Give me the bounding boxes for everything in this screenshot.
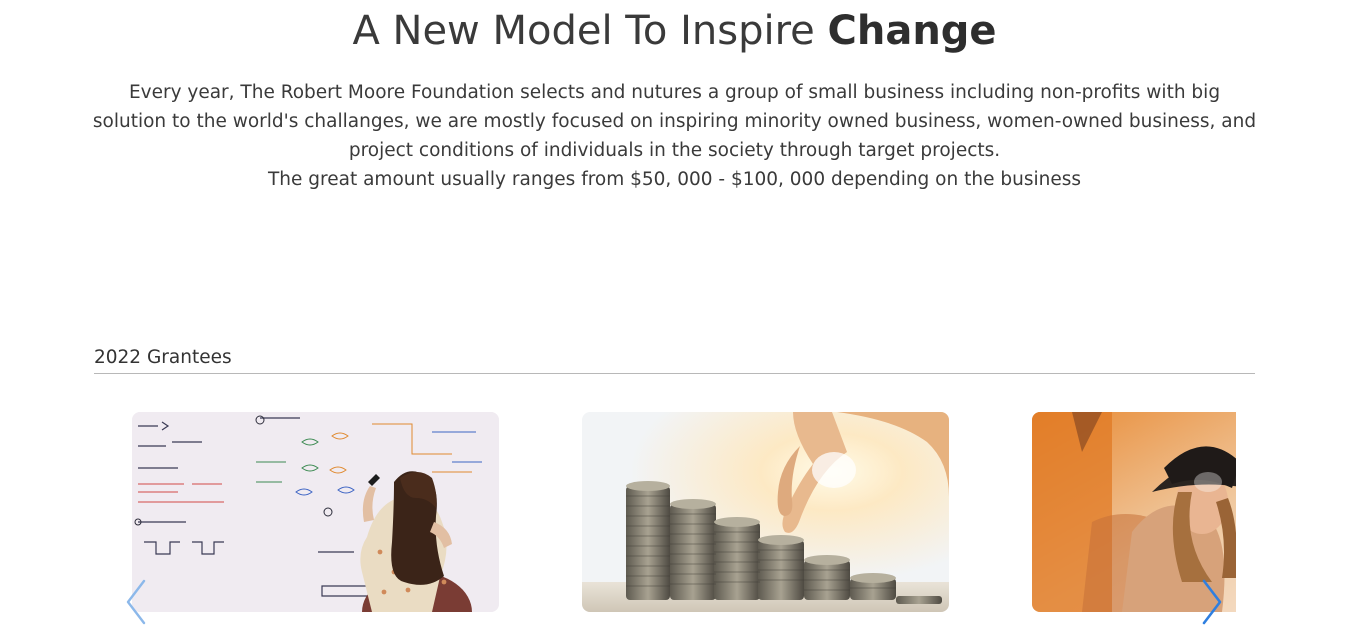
grantees-carousel [94,412,1236,643]
hero-title: A New Model To Inspire Change [0,6,1349,56]
whiteboard-photo [132,412,499,612]
intro-amount-line: The great amount usually ranges from $50… [268,169,1081,190]
chevron-right-icon[interactable] [1200,579,1224,625]
page: A New Model To Inspire Change Every year… [0,0,1349,643]
coins-photo [582,412,949,612]
grantee-card-whiteboard[interactable] [132,412,499,612]
chevron-left-icon[interactable] [124,579,148,625]
intro-text: Every year, The Robert Moore Foundation … [90,78,1259,194]
grantee-card-coins[interactable] [582,412,949,612]
intro-paragraph: Every year, The Robert Moore Foundation … [92,82,1257,161]
grantees-section-title: 2022 Grantees [94,347,232,368]
hero-title-regular: A New Model To Inspire [352,8,828,54]
section-divider [94,373,1255,374]
hero-title-bold: Change [827,8,997,54]
